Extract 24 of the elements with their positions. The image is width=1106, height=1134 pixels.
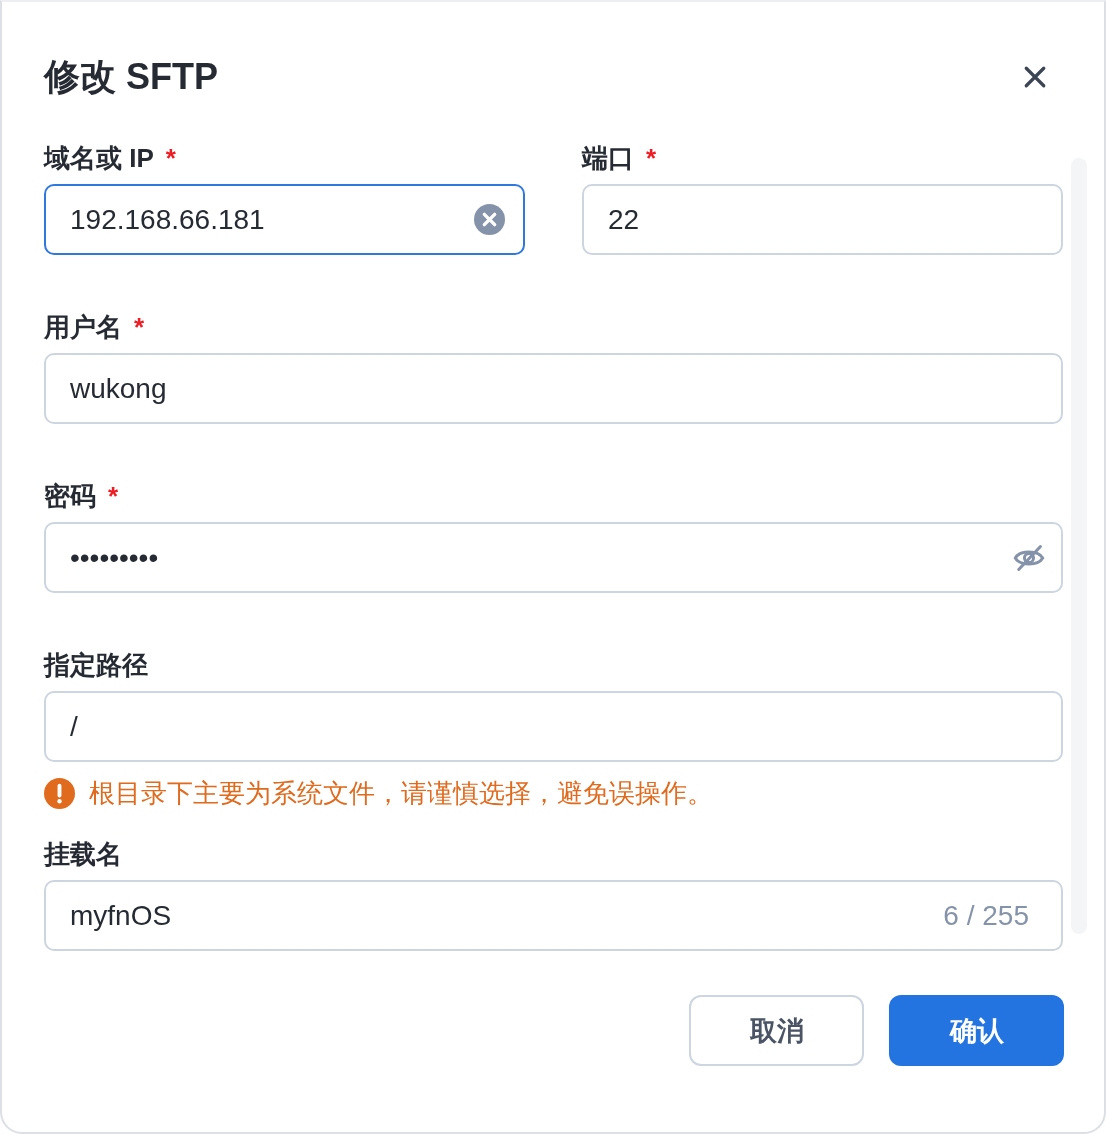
warning-message: 根目录下主要为系统文件，请谨慎选择，避免误操作。 — [89, 776, 713, 810]
input-field[interactable]: wukong — [44, 353, 1063, 424]
dialog-title: 修改 SFTP — [44, 55, 218, 99]
required-mark: * — [134, 311, 145, 343]
input-field[interactable]: 22 — [582, 184, 1063, 255]
field-label: 密码 — [44, 480, 96, 512]
field-label: 域名或 IP — [44, 142, 154, 174]
field-label: 指定路径 — [44, 649, 148, 681]
input-field[interactable]: / — [44, 691, 1063, 762]
input-field[interactable]: 192.168.66.181 — [44, 184, 525, 255]
warning-icon — [44, 777, 75, 809]
eye-off-icon[interactable] — [1013, 543, 1045, 572]
cancel-button[interactable]: 取消 — [689, 995, 864, 1066]
character-counter: 6 / 255 — [943, 899, 1029, 932]
required-mark: * — [165, 142, 176, 174]
required-mark: * — [108, 480, 119, 512]
field-label: 挂载名 — [44, 838, 122, 870]
confirm-button[interactable]: 确认 — [889, 995, 1064, 1066]
required-mark: * — [646, 142, 657, 174]
field-label: 端口 — [582, 142, 634, 174]
input-field[interactable]: myfnOS 6 / 255 — [44, 880, 1063, 951]
clear-icon[interactable] — [474, 204, 505, 235]
input-field[interactable]: ••••••••• — [44, 522, 1063, 593]
field-label: 用户名 — [44, 311, 122, 343]
